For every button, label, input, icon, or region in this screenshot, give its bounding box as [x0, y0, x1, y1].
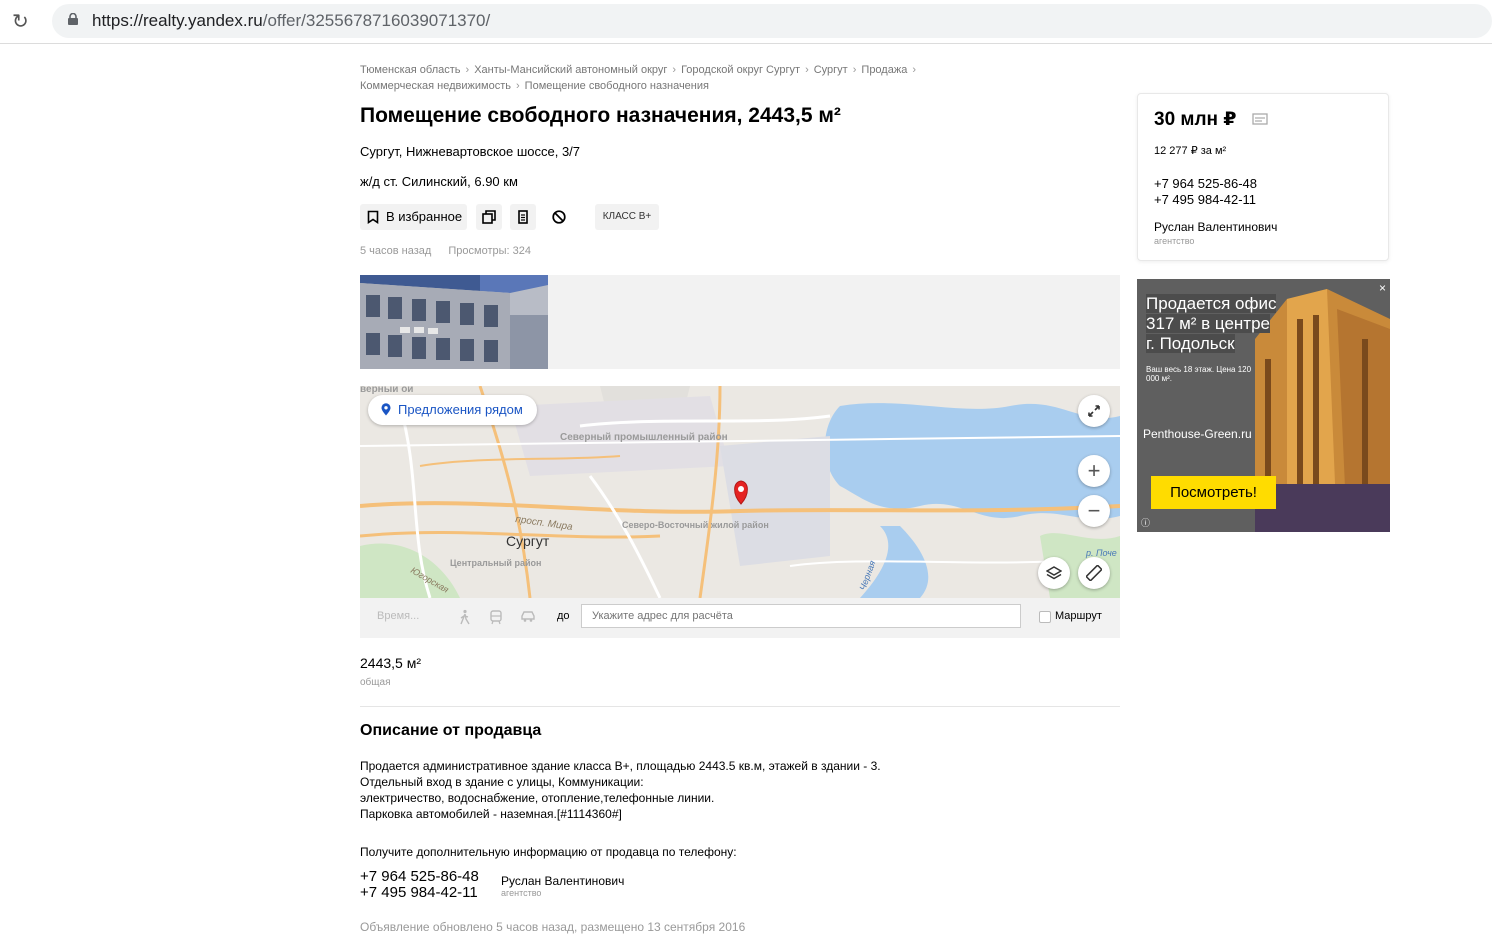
layers-button[interactable] — [1038, 557, 1070, 589]
lock-icon — [68, 13, 78, 25]
description-text: Продается административное здание класса… — [360, 758, 980, 822]
map-label-northeast: Северо-Восточный жилой район — [622, 520, 769, 530]
breadcrumb: Тюменская область › Ханты-Мансийский автон… — [360, 64, 916, 92]
breadcrumb-item[interactable]: Помещение свободного назначения — [525, 80, 709, 92]
card-seller-name: Руслан Валентинович — [1154, 220, 1278, 234]
breadcrumb-item[interactable]: Тюменская область — [360, 64, 461, 76]
ad-domain[interactable]: Penthouse-Green.ru — [1143, 427, 1252, 441]
seller-type: агентство — [501, 888, 542, 898]
map[interactable]: верный ой Северный промышленный район пр… — [360, 386, 1120, 598]
building-photo[interactable] — [360, 275, 548, 369]
ad-headline-line: Продается офис — [1146, 294, 1277, 313]
address-bar[interactable]: https://realty.yandex.ru/offer/325567871… — [52, 4, 1492, 38]
ad-subtext: Ваш весь 18 этаж. Цена 120 000 м². — [1146, 365, 1252, 383]
hide-offer-button[interactable] — [546, 204, 572, 230]
ad-headline: Продается офис 317 м² в центре г. Подоль… — [1146, 294, 1277, 354]
transit-icon[interactable] — [488, 609, 504, 625]
map-label-city: Сургут — [506, 533, 550, 549]
map-label-central: Центральный район — [450, 558, 541, 568]
nearby-offers-label: Предложения рядом — [398, 402, 523, 417]
class-badge: КЛАСС В+ — [595, 204, 659, 230]
photo-gallery — [360, 275, 1120, 369]
add-to-favorites-button[interactable]: В избранное — [360, 204, 467, 230]
card-phone[interactable]: +7 495 984-42-11 — [1154, 192, 1257, 208]
breadcrumb-item[interactable]: Городской округ Сургут — [681, 64, 800, 76]
divider — [360, 706, 1120, 707]
walk-icon[interactable] — [457, 609, 473, 625]
car-icon[interactable] — [520, 609, 536, 625]
ad-banner[interactable]: Продается офис 317 м² в центре г. Подоль… — [1137, 279, 1390, 532]
seller-name: Руслан Валентинович — [501, 874, 625, 888]
offer-station: ж/д ст. Силинский, 6.90 км — [360, 174, 518, 189]
route-checkbox[interactable] — [1039, 611, 1051, 623]
info-icon[interactable]: ⓘ — [1141, 516, 1150, 529]
favorites-label: В избранное — [386, 209, 463, 224]
description-line: Продается административное здание класса… — [360, 759, 881, 773]
route-address-input[interactable] — [581, 604, 1021, 628]
zoom-in-button[interactable]: + — [1078, 455, 1110, 487]
ruler-button[interactable] — [1078, 557, 1110, 589]
compare-button[interactable] — [476, 204, 502, 230]
card-seller-type: агентство — [1154, 236, 1195, 246]
updated-text: Объявление обновлено 5 часов назад, разм… — [360, 920, 746, 934]
url-text: https://realty.yandex.ru/offer/325567871… — [92, 11, 490, 31]
plus-icon: + — [1087, 458, 1101, 483]
seller-phone[interactable]: +7 495 984-42-11 — [360, 885, 479, 901]
ad-headline-line: г. Подольск — [1146, 334, 1235, 353]
description-line: Отдельный вход в здание с улицы, Коммуни… — [360, 775, 644, 789]
breadcrumb-item[interactable]: Коммерческая недвижимость — [360, 80, 511, 92]
page-title: Помещение свободного назначения, 2443,5 … — [360, 104, 841, 127]
price-card: 30 млн ₽ 12 277 ₽ за м² +7 964 525-86-48… — [1137, 93, 1389, 261]
block-icon — [552, 210, 566, 224]
map-label-top-left: верный ой — [360, 386, 413, 395]
route-checkbox-label[interactable]: Маршрут — [1055, 610, 1102, 622]
route-panel: Время... до Маршрут — [360, 598, 1120, 638]
ad-cta-button[interactable]: Посмотреть! — [1151, 476, 1276, 509]
card-phone[interactable]: +7 964 525-86-48 — [1154, 176, 1257, 192]
layers-icon — [1045, 566, 1063, 580]
route-to-label: до — [557, 610, 570, 622]
breadcrumb-item[interactable]: Продажа — [861, 64, 907, 76]
building-photo-image — [360, 275, 548, 369]
nearby-offers-button[interactable]: Предложения рядом — [368, 395, 537, 425]
reload-icon[interactable]: ↻ — [12, 9, 29, 34]
zoom-out-button[interactable]: − — [1078, 495, 1110, 527]
price-subscribe-icon[interactable] — [1252, 113, 1268, 125]
price-per-m2: 12 277 ₽ за м² — [1154, 145, 1227, 157]
offer-meta: 5 часов назад Просмотры: 324 — [360, 245, 531, 257]
card-phones: +7 964 525-86-48 +7 495 984-42-11 — [1154, 176, 1257, 208]
location-pin-icon — [381, 403, 391, 416]
url-path: /offer/3255678716039071370/ — [262, 11, 491, 30]
ruler-icon — [1085, 564, 1103, 582]
close-icon[interactable]: × — [1379, 281, 1386, 295]
map-label-north-area: Северный промышленный район — [560, 432, 728, 443]
note-icon — [518, 210, 528, 224]
ad-headline-line: 317 м² в центре — [1146, 314, 1270, 333]
breadcrumb-item[interactable]: Сургут — [814, 64, 848, 76]
contact-hint: Получите дополнительную информацию от пр… — [360, 845, 737, 859]
area-value: 2443,5 м² — [360, 655, 421, 671]
travel-time-label: Время... — [377, 610, 420, 622]
minus-icon: − — [1087, 498, 1101, 523]
seller-phones: +7 964 525-86-48 +7 495 984-42-11 — [360, 869, 479, 901]
description-line: электричество, водоснабжение, отопление,… — [360, 791, 715, 805]
fullscreen-button[interactable] — [1078, 395, 1110, 427]
views-count: Просмотры: 324 — [448, 245, 531, 257]
price: 30 млн ₽ — [1154, 109, 1237, 130]
breadcrumb-item[interactable]: Ханты-Мансийский автономный округ — [474, 64, 667, 76]
copy-icon — [482, 210, 496, 224]
url-host: https://realty.yandex.ru — [92, 11, 263, 30]
offer-address: Сургут, Нижневартовское шоссе, 3/7 — [360, 144, 581, 159]
seller-phone[interactable]: +7 964 525-86-48 — [360, 869, 479, 885]
notes-button[interactable] — [510, 204, 536, 230]
bookmark-icon — [367, 210, 379, 224]
area-label: общая — [360, 677, 391, 688]
expand-icon — [1088, 405, 1100, 417]
description-line: Парковка автомобилей - наземная.[#111436… — [360, 807, 622, 821]
browser-toolbar: ↻ https://realty.yandex.ru/offer/3255678… — [0, 0, 1492, 44]
description-title: Описание от продавца — [360, 722, 542, 739]
published-time: 5 часов назад — [360, 245, 432, 257]
